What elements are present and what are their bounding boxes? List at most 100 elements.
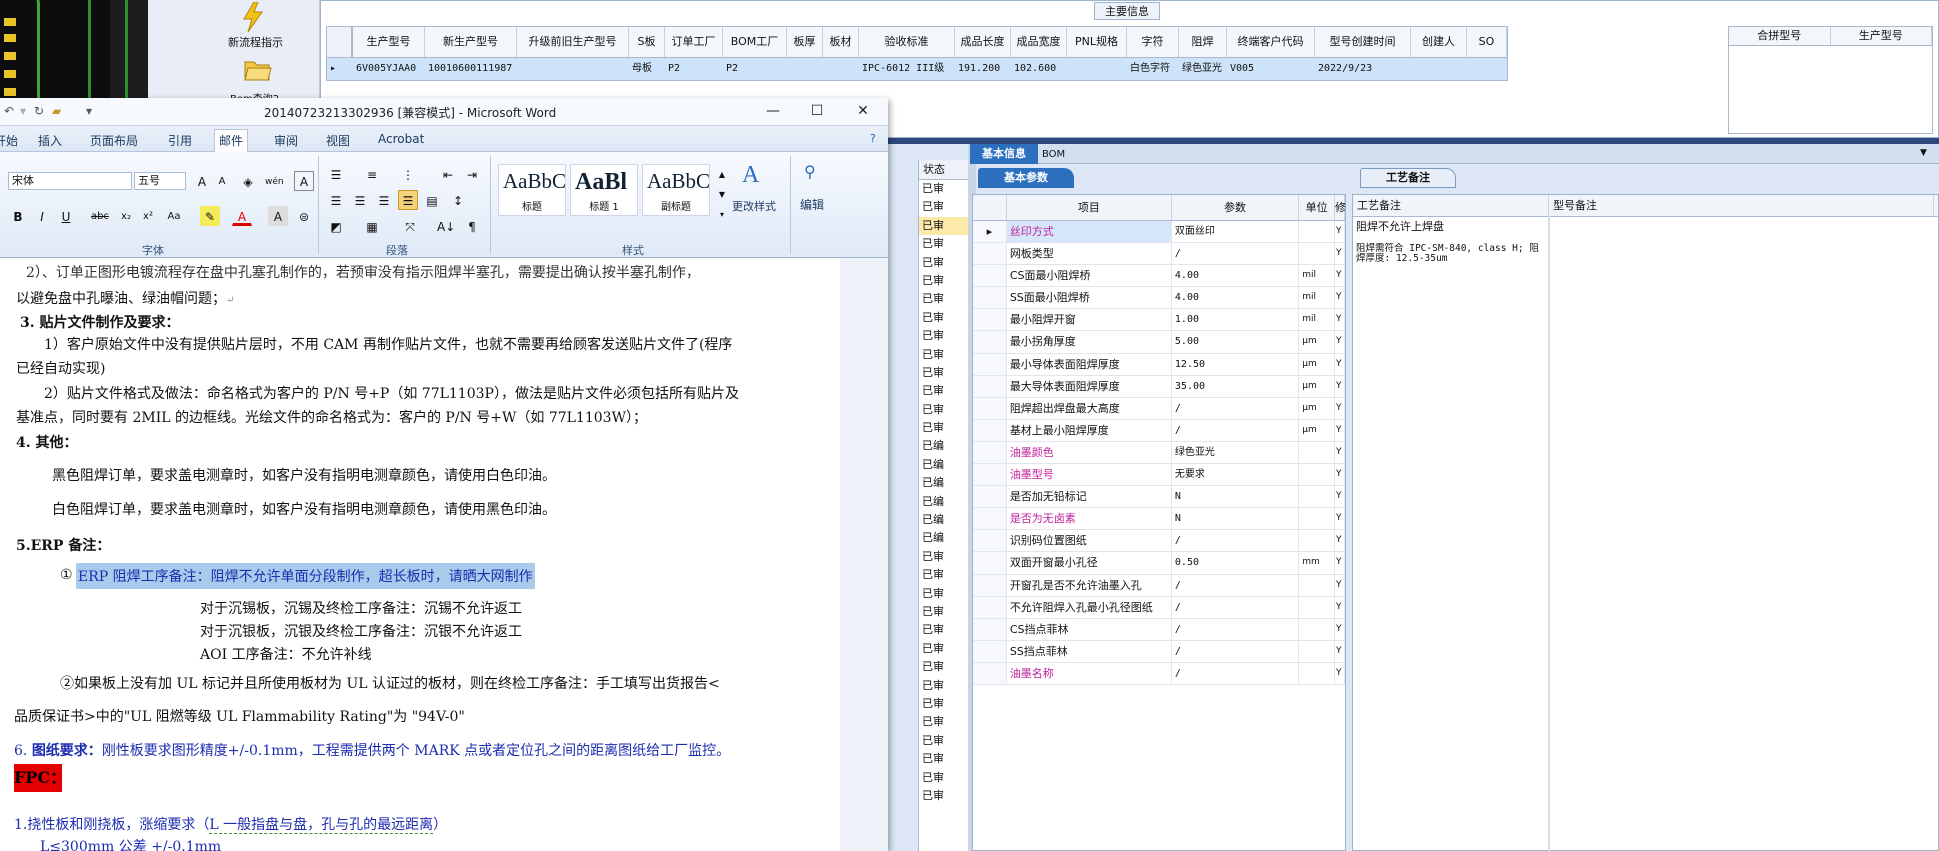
status-item[interactable]: 已审 (919, 346, 970, 364)
open-folder-icon[interactable]: ▰ (52, 104, 61, 118)
grid-cell[interactable]: IPC-6012 III级 (859, 58, 955, 80)
craft-column-header[interactable]: 型号备注 (1549, 195, 1934, 216)
param-row[interactable]: 是否为无卤素 N Y (973, 508, 1345, 531)
shading-icon[interactable]: ◩ (326, 216, 346, 236)
param-row[interactable]: 油墨型号 无要求 Y (973, 464, 1345, 487)
param-row[interactable]: CS挡点菲林 / Y (973, 618, 1345, 641)
status-item[interactable]: 已审 (919, 216, 970, 236)
tab-view[interactable]: 视图 (326, 132, 350, 149)
style-subtitle[interactable]: AaBbC 副标题 (642, 164, 710, 216)
status-item[interactable]: 已审 (919, 382, 970, 400)
order-grid-row[interactable]: ▸ 6V005YJAA0 10010600111987 母板 P2 P2 IPC-6012 … (326, 58, 1508, 81)
close-icon[interactable]: ✕ (852, 101, 874, 121)
param-row[interactable]: 最大导体表面阻焊厚度 35.00 μm Y (973, 375, 1345, 398)
grid-cell[interactable]: 191.200 (955, 58, 1011, 80)
param-column-header[interactable]: 单位 (1299, 195, 1335, 220)
grid-column-header[interactable]: SO (1467, 27, 1507, 57)
help-icon[interactable]: ? (870, 132, 876, 145)
param-value[interactable]: N (1172, 486, 1300, 508)
increase-indent-icon[interactable]: ⇥ (462, 164, 482, 184)
param-row[interactable]: ▸ 丝印方式 双面丝印 Y (973, 221, 1345, 244)
show-marks-icon[interactable]: ¶ (462, 216, 482, 236)
grid-column-header[interactable]: 创建人 (1411, 27, 1467, 57)
redo-icon[interactable]: ↻ (34, 104, 44, 118)
status-item[interactable]: 已审 (919, 750, 970, 768)
superscript-icon[interactable]: x² (138, 206, 158, 226)
param-value[interactable]: N (1172, 508, 1300, 530)
param-row[interactable]: 油墨名称 / Y (973, 662, 1345, 685)
status-item[interactable]: 已审 (919, 290, 970, 308)
grid-cell[interactable] (1067, 58, 1127, 80)
lightning-icon[interactable] (240, 1, 266, 33)
param-row[interactable]: 阻焊超出焊盘最大高度 / μm Y (973, 397, 1345, 420)
grid-column-header[interactable]: PNL规格 (1067, 27, 1127, 57)
param-value[interactable]: 绿色亚光 (1172, 441, 1300, 464)
param-value[interactable]: / (1172, 243, 1300, 265)
grid-column-header[interactable]: 成品长度 (955, 27, 1011, 57)
minimize-icon[interactable]: — (762, 101, 784, 121)
param-value[interactable]: / (1172, 596, 1300, 618)
grid-column-header[interactable]: 订单工厂 (665, 27, 723, 57)
grid-cell[interactable]: 6V005YJAA0 (353, 58, 425, 80)
param-value[interactable]: 0.50 (1172, 552, 1300, 574)
param-value[interactable]: / (1172, 662, 1300, 684)
param-value[interactable]: / (1172, 419, 1300, 441)
param-value[interactable]: 12.50 (1172, 353, 1300, 375)
status-item[interactable]: 已审 (919, 419, 970, 437)
change-styles-label[interactable]: 更改样式 (732, 198, 776, 214)
styles-scroll-down-icon[interactable]: ▼ (712, 184, 732, 204)
tab-references[interactable]: 引用 (168, 132, 192, 149)
tab-basic-params[interactable]: 基本参数 (978, 168, 1074, 188)
param-value[interactable]: 无要求 (1172, 464, 1300, 486)
style-heading[interactable]: AaBbC 标题 (498, 164, 566, 216)
status-item[interactable]: 已审 (919, 272, 970, 290)
param-row[interactable]: 开窗孔是否不允许油墨入孔 / Y (973, 574, 1345, 597)
grid-cell[interactable] (787, 58, 823, 80)
param-row[interactable]: 最小阻焊开窗 1.00 mil Y (973, 309, 1345, 332)
change-case-icon[interactable]: Aa (164, 206, 184, 226)
align-center-icon[interactable]: ☰ (350, 190, 370, 210)
craft-column-divider[interactable] (1548, 216, 1550, 851)
grid-column-header[interactable]: 验收标准 (859, 27, 955, 57)
param-row[interactable]: CS面最小阻焊桥 4.00 mil Y (973, 265, 1345, 288)
editing-label[interactable]: 编辑 (800, 196, 824, 213)
status-item[interactable]: 已编 (919, 529, 970, 547)
styles-scroll-up-icon[interactable]: ▲ (712, 164, 732, 184)
grid-cell[interactable] (1411, 58, 1467, 80)
param-value[interactable]: / (1172, 618, 1300, 640)
status-item[interactable]: 已审 (919, 787, 970, 805)
grid-column-header[interactable]: 新生产型号 (425, 27, 517, 57)
tab-home[interactable]: 开始 (0, 132, 18, 149)
grid-column-header[interactable]: 型号创建时间 (1315, 27, 1411, 57)
status-item[interactable]: 已审 (919, 198, 970, 216)
merge-column-header[interactable]: 生产型号 (1831, 27, 1932, 45)
grid-cell[interactable]: 10010600111987 (425, 58, 517, 80)
grid-cell[interactable]: 绿色亚光 (1179, 58, 1227, 80)
align-left-icon[interactable]: ☰ (326, 190, 346, 210)
status-item[interactable]: 已审 (919, 713, 970, 731)
status-item[interactable]: 已审 (919, 548, 970, 566)
status-item[interactable]: 已审 (919, 364, 970, 382)
bold-icon[interactable]: B (8, 206, 28, 226)
param-row[interactable]: SS面最小阻焊桥 4.00 mil Y (973, 287, 1345, 310)
align-right-icon[interactable]: ☰ (374, 190, 394, 210)
param-row[interactable]: 双面开窗最小孔径 0.50 mm Y (973, 552, 1345, 575)
undo-icon[interactable]: ↶ (4, 104, 14, 118)
status-item[interactable]: 已审 (919, 180, 970, 198)
status-item[interactable]: 已审 (919, 769, 970, 787)
status-item[interactable]: 已编 (919, 437, 970, 455)
bullets-icon[interactable]: ☰ (326, 164, 346, 184)
param-value[interactable]: 4.00 (1172, 265, 1300, 287)
clear-format-icon[interactable]: ◈ (238, 171, 258, 191)
param-row[interactable]: SS挡点菲林 / Y (973, 640, 1345, 663)
tab-mailings[interactable]: 邮件 (214, 129, 249, 152)
borders-icon[interactable]: ▦ (362, 216, 382, 236)
grid-column-header[interactable]: 阻焊 (1179, 27, 1227, 57)
grid-cell[interactable]: V005 (1227, 58, 1315, 80)
grid-cell[interactable]: 102.600 (1011, 58, 1067, 80)
param-row[interactable]: 不允许阻焊入孔最小孔径图纸 / Y (973, 596, 1345, 619)
param-value[interactable]: / (1172, 530, 1300, 552)
tab-page-layout[interactable]: 页面布局 (90, 132, 138, 149)
status-item[interactable]: 已审 (919, 621, 970, 639)
style-heading1[interactable]: AaBl 标题 1 (570, 164, 638, 216)
